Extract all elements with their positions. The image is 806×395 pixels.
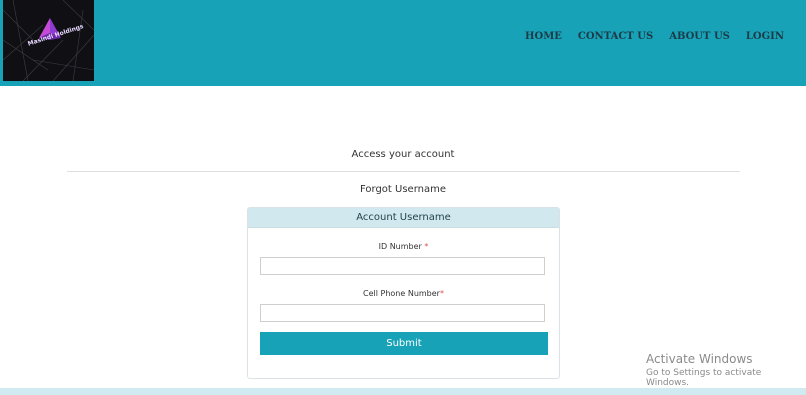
main-nav: HOME CONTACT US ABOUT US LOGIN: [509, 31, 784, 42]
page-subtitle: Forgot Username: [360, 184, 446, 195]
activate-windows-watermark: Activate Windows Go to Settings to activ…: [646, 352, 806, 388]
nav-contact-us[interactable]: CONTACT US: [578, 31, 653, 42]
nav-about-us[interactable]: ABOUT US: [669, 31, 730, 42]
card-title: Account Username: [356, 212, 451, 223]
footer-strip: [0, 388, 806, 395]
watermark-title: Activate Windows: [646, 352, 753, 366]
required-marker: *: [424, 242, 429, 251]
header-bar: Masindi Holdings HOME CONTACT US ABOUT U…: [0, 0, 806, 86]
submit-button[interactable]: Submit: [260, 332, 548, 355]
cell-phone-input[interactable]: [260, 304, 545, 322]
cell-phone-label: Cell Phone Number*: [248, 289, 559, 298]
divider: [67, 171, 740, 172]
required-marker: *: [439, 289, 444, 298]
cell-phone-label-text: Cell Phone Number: [363, 289, 440, 298]
nav-login[interactable]: LOGIN: [746, 31, 784, 42]
nav-home[interactable]: HOME: [525, 31, 562, 42]
brand-logo[interactable]: Masindi Holdings: [3, 0, 94, 81]
watermark-subtitle: Go to Settings to activate Windows.: [646, 368, 762, 388]
id-number-label: ID Number *: [248, 242, 559, 251]
id-number-input[interactable]: [260, 257, 545, 275]
card-header: Account Username: [248, 208, 559, 228]
page-title: Access your account: [351, 149, 455, 160]
account-username-card: Account Username ID Number * Cell Phone …: [247, 207, 560, 379]
id-number-label-text: ID Number: [378, 242, 422, 251]
